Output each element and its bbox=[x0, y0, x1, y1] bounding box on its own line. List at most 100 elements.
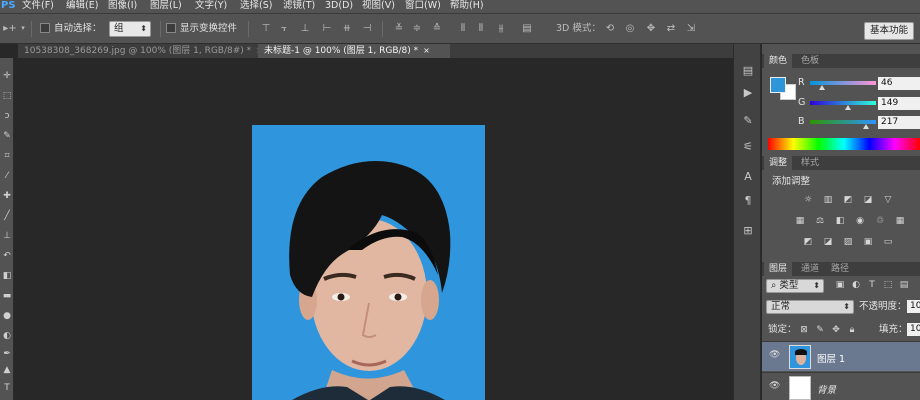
curves-icon[interactable]: ◩ bbox=[842, 195, 854, 206]
gradient-tool-icon[interactable]: ▬ bbox=[1, 290, 13, 302]
tab-document-untitled[interactable]: 未标题-1 @ 100% (图层 1, RGB/8) * × bbox=[258, 44, 450, 58]
3d-rotate-icon[interactable]: ⟲ bbox=[603, 22, 617, 35]
color-spectrum-bar[interactable] bbox=[768, 138, 920, 150]
align-bottom-icon[interactable]: ⊥ bbox=[298, 22, 312, 35]
distribute-bottom-icon[interactable]: ≙ bbox=[430, 22, 444, 35]
align-left-icon[interactable]: ⊢ bbox=[320, 22, 334, 35]
distribute-left-icon[interactable]: ⫴ bbox=[456, 22, 470, 35]
color-balance-icon[interactable]: ⚖ bbox=[814, 216, 826, 227]
posterize-icon[interactable]: ◪ bbox=[822, 237, 834, 248]
menu-type[interactable]: 文字(Y) bbox=[195, 0, 227, 12]
clone-stamp-tool-icon[interactable]: ⊥ bbox=[1, 230, 13, 242]
type-tool-icon[interactable]: T bbox=[1, 382, 13, 394]
filter-shape-icon[interactable]: ⬚ bbox=[882, 280, 894, 291]
vibrance-icon[interactable]: ▽ bbox=[882, 195, 894, 206]
quick-select-tool-icon[interactable]: ✎ bbox=[1, 130, 13, 142]
menu-edit[interactable]: 编辑(E) bbox=[66, 0, 98, 12]
menu-3d[interactable]: 3D(D) bbox=[325, 0, 353, 12]
3d-roll-icon[interactable]: ◎ bbox=[623, 22, 637, 35]
layer-row-layer1[interactable]: 👁︎ 图层 1 bbox=[762, 341, 920, 371]
g-slider-track[interactable] bbox=[810, 101, 876, 105]
character-panel-icon[interactable]: A bbox=[740, 170, 756, 184]
healing-brush-tool-icon[interactable]: ✚ bbox=[1, 190, 13, 202]
menu-window[interactable]: 窗口(W) bbox=[405, 0, 441, 12]
pen-tool-icon[interactable]: ✒ bbox=[1, 348, 13, 360]
eyedropper-tool-icon[interactable]: ⁄ bbox=[1, 170, 13, 182]
show-transform-checkbox[interactable] bbox=[166, 23, 176, 33]
history-brush-tool-icon[interactable]: ↶ bbox=[1, 250, 13, 262]
eye-icon[interactable]: 👁︎ bbox=[769, 350, 780, 360]
blur-tool-icon[interactable]: ● bbox=[1, 310, 13, 322]
lock-position-icon[interactable]: ✥ bbox=[830, 325, 842, 336]
brush-presets-icon[interactable]: ⚟ bbox=[740, 140, 756, 154]
selective-color-icon[interactable]: ▣ bbox=[862, 237, 874, 248]
tab-adjustments[interactable]: 调整 bbox=[764, 156, 793, 170]
filter-smart-icon[interactable]: ▤ bbox=[898, 280, 910, 291]
align-top-icon[interactable]: ⊤ bbox=[259, 22, 273, 35]
tab-paths[interactable]: 路径 bbox=[826, 262, 854, 276]
distribute-right-icon[interactable]: ⫵ bbox=[494, 22, 508, 35]
invert-icon[interactable]: ◩ bbox=[802, 237, 814, 248]
distribute-top-icon[interactable]: ≚ bbox=[392, 22, 406, 35]
actions-panel-icon[interactable]: ▶ bbox=[740, 86, 756, 100]
move-tool-icon[interactable]: ▸+ bbox=[2, 22, 18, 35]
g-slider-knob[interactable] bbox=[845, 105, 852, 110]
color-lookup-icon[interactable]: ▦ bbox=[894, 216, 906, 227]
workspace-button[interactable]: 基本功能 bbox=[864, 22, 914, 40]
threshold-icon[interactable]: ▨ bbox=[842, 237, 854, 248]
tab-document-jpg[interactable]: 10538308_368269.jpg @ 100% (图层 1, RGB/8#… bbox=[18, 44, 263, 58]
b-value[interactable]: 217 bbox=[878, 116, 920, 129]
gradient-map-icon[interactable]: ▭ bbox=[882, 237, 894, 248]
auto-select-dropdown[interactable]: 组 ⬍ bbox=[109, 21, 151, 37]
eye-icon[interactable]: 👁︎ bbox=[769, 381, 780, 391]
photo-filter-icon[interactable]: ◉ bbox=[854, 216, 866, 227]
filter-adjust-icon[interactable]: ◐ bbox=[850, 280, 862, 291]
brush-panel-icon[interactable]: ✎ bbox=[740, 114, 756, 128]
tab-channels[interactable]: 通道 bbox=[796, 262, 824, 276]
tab-styles[interactable]: 样式 bbox=[796, 156, 824, 170]
lasso-tool-icon[interactable]: ↄ bbox=[1, 110, 13, 122]
info-panel-icon[interactable]: ⊞ bbox=[740, 224, 756, 238]
crop-tool-icon[interactable]: ⌗ bbox=[1, 150, 13, 162]
marquee-tool-icon[interactable]: ⬚ bbox=[1, 90, 13, 102]
eraser-tool-icon[interactable]: ◧ bbox=[1, 270, 13, 282]
distribute-vcenter-icon[interactable]: ≑ bbox=[410, 22, 424, 35]
black-white-icon[interactable]: ◧ bbox=[834, 216, 846, 227]
lock-pixels-icon[interactable]: ✎ bbox=[814, 325, 826, 336]
menu-help[interactable]: 帮助(H) bbox=[450, 0, 484, 12]
menu-select[interactable]: 选择(S) bbox=[240, 0, 272, 12]
menu-filter[interactable]: 滤镜(T) bbox=[283, 0, 315, 12]
close-icon[interactable]: × bbox=[423, 46, 430, 55]
brush-tool-icon[interactable]: ╱ bbox=[1, 210, 13, 222]
tab-swatches[interactable]: 色板 bbox=[796, 54, 824, 68]
g-value[interactable]: 149 bbox=[878, 97, 920, 110]
align-vcenter-icon[interactable]: ⫟ bbox=[277, 22, 291, 35]
menu-file[interactable]: 文件(F) bbox=[22, 0, 54, 12]
lock-all-icon[interactable]: 🔒︎ bbox=[846, 325, 858, 336]
blend-mode-dropdown[interactable]: 正常 ⬍ bbox=[766, 300, 854, 314]
menu-view[interactable]: 视图(V) bbox=[362, 0, 395, 12]
menu-layer[interactable]: 图层(L) bbox=[150, 0, 182, 12]
3d-scale-icon[interactable]: ⇲ bbox=[684, 22, 698, 35]
paragraph-panel-icon[interactable]: ¶ bbox=[740, 194, 756, 208]
move-tool-icon[interactable]: ✛ bbox=[1, 70, 13, 82]
r-value[interactable]: 46 bbox=[878, 77, 920, 90]
foreground-color-swatch[interactable] bbox=[770, 77, 786, 93]
r-slider-knob[interactable] bbox=[818, 85, 825, 90]
brightness-icon[interactable]: ☼ bbox=[802, 195, 814, 206]
align-right-icon[interactable]: ⊣ bbox=[360, 22, 374, 35]
chevron-down-icon[interactable]: ▾ bbox=[19, 22, 27, 35]
fill-value[interactable]: 100 bbox=[907, 323, 920, 336]
exposure-icon[interactable]: ◪ bbox=[862, 195, 874, 206]
tab-layers[interactable]: 图层 bbox=[764, 262, 793, 276]
menu-image[interactable]: 图像(I) bbox=[108, 0, 137, 12]
layer-row-background[interactable]: 👁︎ 背景 bbox=[762, 372, 920, 400]
history-panel-icon[interactable]: ▤ bbox=[740, 64, 756, 78]
path-select-tool-icon[interactable]: ▲ bbox=[1, 364, 13, 376]
align-hcenter-icon[interactable]: ⧺ bbox=[340, 22, 354, 35]
lock-transparency-icon[interactable]: ⊠ bbox=[798, 325, 810, 336]
3d-slide-icon[interactable]: ⇄ bbox=[664, 22, 678, 35]
auto-align-icon[interactable]: ▤ bbox=[520, 22, 534, 35]
3d-pan-icon[interactable]: ✥ bbox=[644, 22, 658, 35]
levels-icon[interactable]: ▥ bbox=[822, 195, 834, 206]
